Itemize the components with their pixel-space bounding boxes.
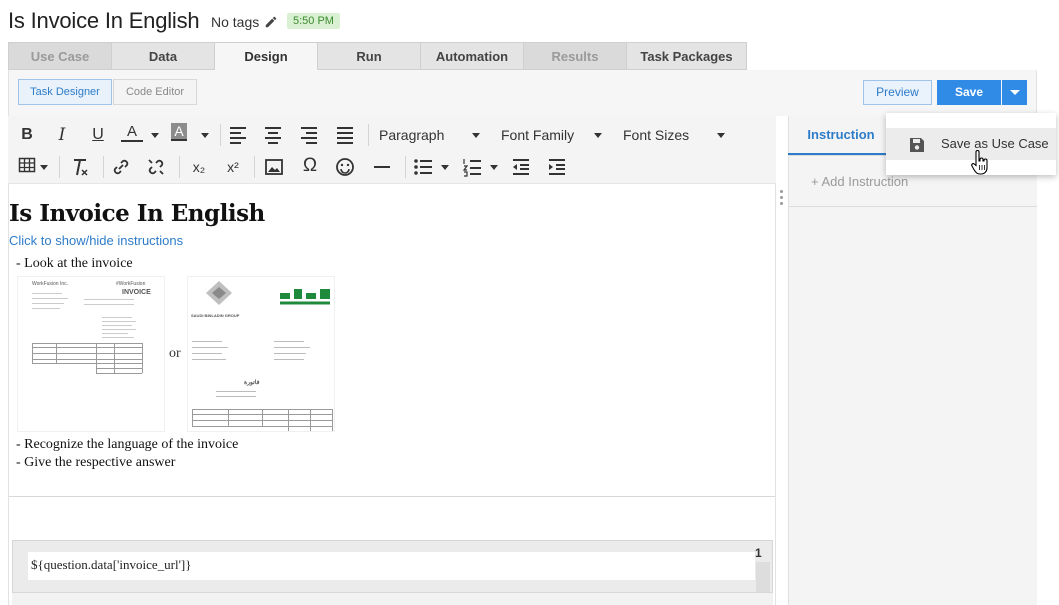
instruction-panel bbox=[788, 116, 1037, 605]
align-center-icon[interactable] bbox=[262, 124, 284, 146]
toolbar-divider bbox=[179, 156, 180, 178]
save-button[interactable]: Save bbox=[937, 80, 1001, 105]
tab-design[interactable]: Design bbox=[215, 42, 318, 70]
invoice-company-text: WorkFusion Inc. bbox=[32, 281, 69, 287]
superscript-button[interactable]: x² bbox=[222, 156, 244, 178]
time-badge: 5:50 PM bbox=[287, 13, 340, 29]
toggle-instructions-link[interactable]: Click to show/hide instructions bbox=[9, 233, 183, 248]
align-left-icon[interactable] bbox=[227, 124, 249, 146]
toolbar-divider bbox=[368, 124, 369, 146]
tab-results: Results bbox=[524, 42, 627, 70]
arabic-brand-logo-icon bbox=[280, 289, 330, 305]
question-footer bbox=[12, 592, 773, 605]
instruction-step-1: - Look at the invoice bbox=[16, 256, 133, 271]
table-icon[interactable] bbox=[18, 156, 36, 174]
insert-link-icon[interactable] bbox=[110, 156, 132, 178]
clear-formatting-icon[interactable] bbox=[69, 156, 91, 178]
font-color-button[interactable]: A bbox=[121, 122, 143, 142]
hand-pointer-cursor-icon bbox=[971, 150, 988, 175]
emoji-icon[interactable] bbox=[334, 156, 356, 178]
horizontal-line-icon[interactable] bbox=[371, 156, 393, 178]
underline-button[interactable]: U bbox=[87, 124, 109, 146]
italic-button[interactable]: I bbox=[51, 124, 73, 146]
arabic-invoice-image: SAUDI BINLADIN GROUP فاتورة bbox=[187, 276, 335, 432]
editor-toolbar: B I U A A Paragraph Font Family Font Siz… bbox=[8, 116, 776, 184]
font-family-select[interactable]: Font Family bbox=[501, 127, 574, 143]
floppy-disk-icon bbox=[910, 138, 924, 152]
special-character-button[interactable]: Ω bbox=[299, 155, 321, 177]
save-as-use-case-label: Save as Use Case bbox=[941, 136, 1049, 151]
instruction-step-2: - Recognize the language of the invoice bbox=[16, 437, 239, 452]
tab-automation[interactable]: Automation bbox=[421, 42, 524, 70]
question-template-text: ${question.data['invoice_url']} bbox=[31, 557, 192, 572]
background-color-caret-icon[interactable] bbox=[201, 133, 209, 138]
background-color-button[interactable]: A bbox=[171, 123, 187, 141]
font-color-caret-icon[interactable] bbox=[151, 133, 159, 138]
font-sizes-caret-icon[interactable] bbox=[717, 133, 725, 138]
question-number: 1 bbox=[755, 546, 762, 560]
bulleted-list-icon[interactable] bbox=[412, 156, 434, 178]
invoice-title-text: INVOICE bbox=[122, 289, 151, 296]
content-divider bbox=[9, 496, 775, 497]
subscript-button[interactable]: x₂ bbox=[188, 156, 210, 178]
instruction-step-3: - Give the respective answer bbox=[16, 455, 176, 470]
remove-link-icon[interactable] bbox=[145, 156, 167, 178]
english-invoice-image: WorkFusion Inc. #WorkFusion INVOICE bbox=[17, 276, 165, 432]
task-designer-button[interactable]: Task Designer bbox=[18, 79, 112, 105]
page-title: Is Invoice In English bbox=[8, 8, 200, 33]
tags-label: No tags bbox=[211, 14, 260, 30]
question-scrollbar[interactable] bbox=[756, 562, 770, 592]
invoice-brand-text: #WorkFusion bbox=[116, 281, 146, 287]
main-tabs: Use Case Data Design Run Automation Resu… bbox=[8, 42, 1037, 70]
toolbar-divider bbox=[220, 124, 221, 146]
toolbar-divider bbox=[254, 156, 255, 178]
decrease-indent-icon[interactable] bbox=[510, 156, 532, 178]
code-editor-button[interactable]: Code Editor bbox=[113, 79, 197, 105]
numbered-list-caret-icon[interactable] bbox=[490, 165, 498, 170]
add-instruction-button[interactable]: + Add Instruction bbox=[811, 174, 908, 189]
bulleted-list-caret-icon[interactable] bbox=[441, 165, 449, 170]
bold-button[interactable]: B bbox=[16, 124, 38, 146]
tab-run[interactable]: Run bbox=[318, 42, 421, 70]
toolbar-divider bbox=[59, 156, 60, 178]
table-caret-icon[interactable] bbox=[40, 165, 48, 170]
tab-task-packages[interactable]: Task Packages bbox=[627, 42, 747, 70]
edit-pencil-icon[interactable] bbox=[264, 15, 278, 29]
tab-use-case: Use Case bbox=[8, 42, 112, 70]
tab-instruction[interactable]: Instruction bbox=[788, 116, 894, 155]
insert-image-icon[interactable] bbox=[263, 156, 285, 178]
preview-button[interactable]: Preview bbox=[863, 80, 932, 105]
align-justify-icon[interactable] bbox=[334, 124, 356, 146]
save-options-dropdown-button[interactable] bbox=[1002, 80, 1027, 105]
toolbar-divider bbox=[405, 156, 406, 178]
or-separator-text: or bbox=[169, 346, 181, 361]
panel-splitter-handle[interactable] bbox=[780, 190, 784, 206]
binladin-logo-icon bbox=[206, 281, 232, 305]
font-sizes-select[interactable]: Font Sizes bbox=[623, 127, 689, 143]
toolbar-divider bbox=[103, 156, 104, 178]
numbered-list-icon[interactable] bbox=[461, 156, 483, 178]
paragraph-caret-icon[interactable] bbox=[472, 133, 480, 138]
paragraph-format-select[interactable]: Paragraph bbox=[379, 127, 444, 143]
tab-data[interactable]: Data bbox=[112, 42, 215, 70]
document-heading: Is Invoice In English bbox=[9, 200, 265, 227]
increase-indent-icon[interactable] bbox=[546, 156, 568, 178]
binladin-name-text: SAUDI BINLADIN GROUP bbox=[191, 313, 240, 318]
align-right-icon[interactable] bbox=[298, 124, 320, 146]
panel-divider bbox=[788, 206, 1037, 207]
font-family-caret-icon[interactable] bbox=[594, 133, 602, 138]
arabic-invoice-title-text: فاتورة bbox=[244, 380, 260, 386]
